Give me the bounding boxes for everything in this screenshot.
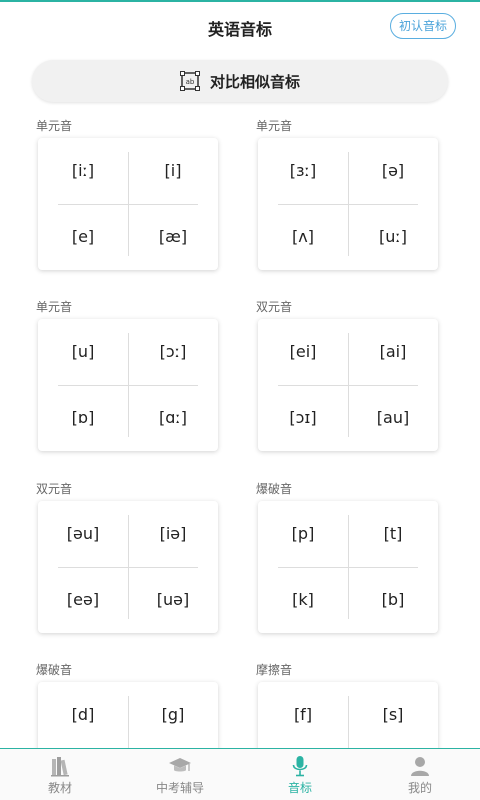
phonetic-symbol[interactable]: [ɒ] (38, 385, 128, 451)
phonetic-group: 单元音 [u] [ɔː] [ɒ] [ɑː] (36, 295, 220, 451)
phonetic-symbol[interactable]: [ɔː] (128, 319, 218, 385)
phonetic-group: 爆破音 [d] [g] (36, 658, 220, 748)
header: 英语音标 初认音标 (0, 2, 480, 50)
phonetic-symbol[interactable]: [au] (348, 385, 438, 451)
phonetic-symbol[interactable]: [ɑː] (128, 385, 218, 451)
group-title: 双元音 (36, 482, 73, 496)
phonetic-symbol[interactable]: [t] (348, 501, 438, 567)
phonetic-symbol[interactable]: [d] (38, 682, 128, 748)
group-title: 爆破音 (256, 482, 293, 496)
tab-label: 中考辅导 (155, 781, 204, 795)
phonetic-symbol[interactable]: [iː] (38, 138, 128, 204)
group-title: 单元音 (256, 119, 293, 133)
compare-similar-button[interactable]: ab 对比相似音标 (32, 60, 448, 102)
phonetic-symbol[interactable]: [u] (38, 319, 128, 385)
phonetic-card: [d] [g] (38, 682, 218, 748)
phonetic-card: [əu] [iə] [eə] [uə] (38, 501, 218, 633)
phonetic-group: 双元音 [əu] [iə] [eə] [uə] (36, 477, 220, 633)
phonetic-symbol[interactable]: [e] (38, 204, 128, 270)
phonetic-symbol[interactable]: [iə] (128, 501, 218, 567)
phonetic-symbol[interactable]: [ɔɪ] (258, 385, 348, 451)
group-title: 单元音 (36, 119, 73, 133)
ab-compare-icon: ab (179, 71, 200, 91)
phonetic-card: [ɜː] [ə] [ʌ] [uː] (258, 138, 438, 270)
phonetic-card: [iː] [i] [e] [æ] (38, 138, 218, 270)
phonetic-symbol[interactable]: [k] (258, 567, 348, 633)
phonetic-symbol[interactable]: [ai] (348, 319, 438, 385)
graduation-cap-icon (169, 758, 191, 772)
tab-label: 音标 (287, 781, 312, 795)
phonetic-card: [ei] [ai] [ɔɪ] [au] (258, 319, 438, 451)
tab-exam-tutoring[interactable]: 中考辅导 (120, 749, 240, 800)
phonetic-symbol[interactable]: [ə] (348, 138, 438, 204)
books-icon (51, 757, 69, 777)
tab-label: 教材 (47, 781, 72, 795)
group-title: 单元音 (36, 300, 73, 314)
phonetic-symbol[interactable]: [uə] (128, 567, 218, 633)
tab-label: 我的 (407, 781, 432, 795)
phonetic-symbol[interactable]: [g] (128, 682, 218, 748)
group-title: 爆破音 (36, 663, 73, 677)
phonetic-symbol[interactable]: [ɜː] (258, 138, 348, 204)
phonetic-symbol[interactable]: [s] (348, 682, 438, 748)
phonetic-card: [p] [t] [k] [b] (258, 501, 438, 633)
phonetic-group: 爆破音 [p] [t] [k] [b] (256, 477, 440, 633)
phonetic-symbol[interactable]: [æ] (128, 204, 218, 270)
bottom-tab-bar: 教材 中考辅导 音标 我的 (0, 748, 480, 800)
phonetic-symbol[interactable]: [əu] (38, 501, 128, 567)
phonetic-group: 单元音 [iː] [i] [e] [æ] (36, 114, 220, 270)
group-title: 摩擦音 (256, 663, 293, 677)
phonetic-groups: 单元音 [iː] [i] [e] [æ] 单元音 [ɜː] [ə] [ʌ] [u… (0, 110, 480, 748)
phonetic-symbol[interactable]: [eə] (38, 567, 128, 633)
phonetic-symbol[interactable]: [b] (348, 567, 438, 633)
phonetic-symbol[interactable]: [i] (128, 138, 218, 204)
phonetic-symbol[interactable]: [uː] (348, 204, 438, 270)
phonetic-symbol[interactable]: [p] (258, 501, 348, 567)
learn-phonetics-button[interactable]: 初认音标 (389, 13, 456, 39)
phonetic-symbol[interactable]: [ei] (258, 319, 348, 385)
user-icon (411, 757, 429, 776)
compare-label: 对比相似音标 (209, 72, 300, 91)
microphone-icon (292, 756, 308, 777)
phonetic-group: 摩擦音 [f] [s] (256, 658, 440, 748)
phonetic-symbol[interactable]: [ʌ] (258, 204, 348, 270)
phonetic-group: 双元音 [ei] [ai] [ɔɪ] [au] (256, 295, 440, 451)
tab-phonetics[interactable]: 音标 (240, 749, 360, 800)
phonetic-card: [u] [ɔː] [ɒ] [ɑː] (38, 319, 218, 451)
tab-textbook[interactable]: 教材 (0, 749, 120, 800)
phonetic-symbol[interactable]: [f] (258, 682, 348, 748)
phonetic-group: 单元音 [ɜː] [ə] [ʌ] [uː] (256, 114, 440, 270)
svg-text:ab: ab (186, 78, 195, 86)
tab-mine[interactable]: 我的 (360, 749, 480, 800)
group-title: 双元音 (256, 300, 293, 314)
phonetic-card: [f] [s] (258, 682, 438, 748)
